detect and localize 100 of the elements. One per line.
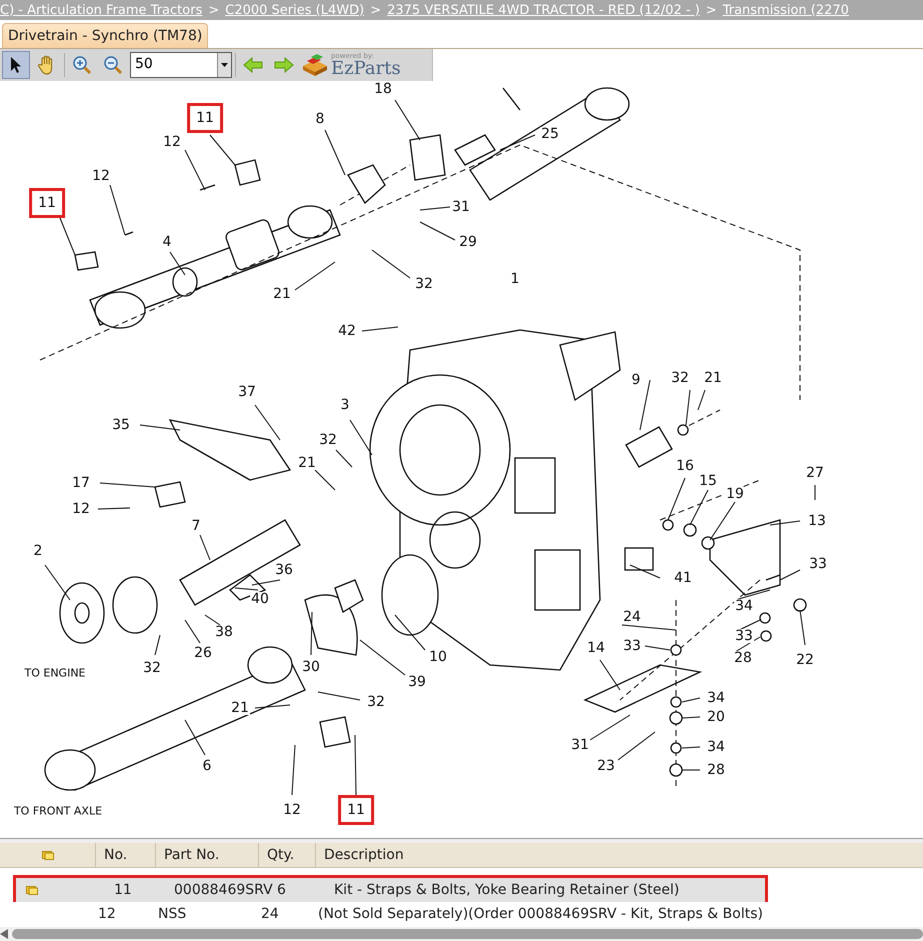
callout-number[interactable]: 38: [214, 625, 234, 639]
folder-icon: [26, 885, 38, 895]
callout-number[interactable]: 33: [808, 557, 828, 571]
washer-drawing: [670, 742, 682, 754]
callout-number[interactable]: 21: [703, 371, 723, 385]
callout-number[interactable]: 27: [805, 466, 825, 480]
table-cell-text: Kit - Straps & Bolts, Yoke Bearing Retainer (Steel): [333, 881, 680, 900]
callout-number[interactable]: 36: [274, 563, 294, 577]
callout-number[interactable]: 32: [670, 371, 690, 385]
pointer-icon: [10, 56, 22, 74]
callout-number[interactable]: 12: [71, 502, 91, 516]
leader-line: [682, 746, 700, 748]
horizontal-scrollbar[interactable]: [0, 927, 923, 941]
leader-line: [618, 732, 656, 760]
callout-number[interactable]: 32: [318, 433, 338, 447]
callout-number[interactable]: 24: [622, 610, 642, 624]
callout-number[interactable]: 14: [586, 641, 606, 655]
callout-number[interactable]: 26: [193, 646, 213, 660]
callout-number[interactable]: 9: [630, 373, 642, 387]
scroll-left-icon: [0, 929, 8, 939]
leader-line: [420, 206, 450, 210]
callout-number[interactable]: 18: [373, 82, 393, 96]
callout-number[interactable]: 12: [91, 169, 111, 183]
callout-number[interactable]: 19: [725, 487, 745, 501]
column-header[interactable]: Part No.: [155, 843, 258, 867]
yoke-drawing: [347, 164, 386, 204]
callout-number[interactable]: 15: [698, 474, 718, 488]
callout-number[interactable]: 31: [570, 738, 590, 752]
flange-drawing: [112, 576, 158, 634]
callout-number[interactable]: 21: [297, 456, 317, 470]
leader-line: [184, 620, 200, 644]
leader-line: [362, 326, 398, 332]
right-arrow-icon: [274, 57, 294, 73]
pointer-tool-button[interactable]: [2, 51, 30, 79]
callout-number[interactable]: 13: [807, 514, 827, 528]
callout-number[interactable]: 34: [734, 599, 754, 613]
table-cell-text: (Not Sold Separately)(Order 00088469SRV - Kit, Straps & Bolts): [317, 905, 764, 924]
callout-number[interactable]: 32: [366, 695, 386, 709]
callout-number[interactable]: 30: [301, 660, 321, 674]
callout-number[interactable]: 41: [673, 571, 693, 585]
callout-number[interactable]: 12: [282, 803, 302, 817]
callout-number[interactable]: 32: [414, 277, 434, 291]
callout-number[interactable]: 4: [162, 235, 172, 249]
callout-number[interactable]: 20: [706, 710, 726, 724]
callout-number[interactable]: 34: [706, 740, 726, 754]
callout-number[interactable]: 25: [540, 127, 560, 141]
callout-number[interactable]: 17: [71, 476, 91, 490]
callout-number[interactable]: 11: [187, 103, 223, 133]
tab[interactable]: Drivetrain - Synchro (TM78): [2, 23, 208, 48]
callout-number[interactable]: 31: [451, 200, 471, 214]
breadcrumb-separator: >: [706, 2, 717, 18]
callout-number[interactable]: 29: [458, 235, 478, 249]
column-header[interactable]: No.: [95, 843, 155, 867]
leader-line: [354, 734, 356, 796]
callout-number[interactable]: 39: [407, 675, 427, 689]
callout-number[interactable]: 35: [111, 418, 131, 432]
callout-number[interactable]: 11: [29, 188, 65, 218]
column-header[interactable]: Description: [315, 843, 923, 867]
callout-number[interactable]: 32: [142, 661, 162, 675]
callout-number[interactable]: 21: [272, 287, 292, 301]
plate-drawing: [409, 134, 446, 181]
callout-number[interactable]: 8: [314, 112, 326, 126]
leader-line: [600, 660, 620, 690]
callout-number[interactable]: 42: [337, 324, 357, 338]
callout-number[interactable]: 16: [675, 459, 695, 473]
callout-number[interactable]: 22: [795, 653, 815, 667]
column-header[interactable]: Qty.: [258, 843, 315, 867]
dropdown-button[interactable]: [217, 53, 231, 77]
callout-number[interactable]: 28: [733, 651, 753, 665]
breadcrumb-separator: >: [370, 2, 382, 18]
callout-number[interactable]: 1: [510, 272, 520, 286]
callout-number[interactable]: 12: [162, 135, 182, 149]
callout-number[interactable]: 6: [202, 759, 212, 773]
callout-number[interactable]: 7: [190, 519, 202, 533]
callout-number[interactable]: 23: [596, 759, 616, 773]
callout-number[interactable]: 21: [230, 701, 250, 715]
leader-line: [170, 252, 186, 276]
leader-line: [210, 134, 236, 166]
leader-line: [252, 580, 280, 586]
leader-line: [734, 590, 770, 600]
leader-line: [668, 478, 686, 520]
washer-drawing: [760, 630, 772, 642]
leader-line: [698, 390, 706, 410]
callout-number[interactable]: 34: [706, 691, 726, 705]
leader-line: [690, 490, 708, 526]
callout-number[interactable]: 10: [428, 650, 448, 664]
callout-number[interactable]: 2: [32, 544, 44, 558]
callout-number[interactable]: 3: [340, 398, 350, 412]
callout-number[interactable]: 40: [250, 592, 270, 606]
callout-number[interactable]: 37: [237, 385, 257, 399]
table-row[interactable]: 11 00088469SRV 6 Kit - Straps & Bolts, Yoke Bearing Retainer (Steel): [16, 878, 765, 902]
zoom-select[interactable]: 50: [130, 52, 232, 78]
callout-number[interactable]: 33: [734, 629, 754, 643]
callout-number[interactable]: 28: [706, 763, 726, 777]
leader-line: [204, 614, 220, 626]
callout-number[interactable]: 33: [622, 639, 642, 653]
callout-number[interactable]: 11: [338, 795, 374, 825]
zoom-in-icon: [72, 55, 92, 75]
leader-line: [814, 484, 816, 500]
leader-line: [110, 184, 126, 236]
